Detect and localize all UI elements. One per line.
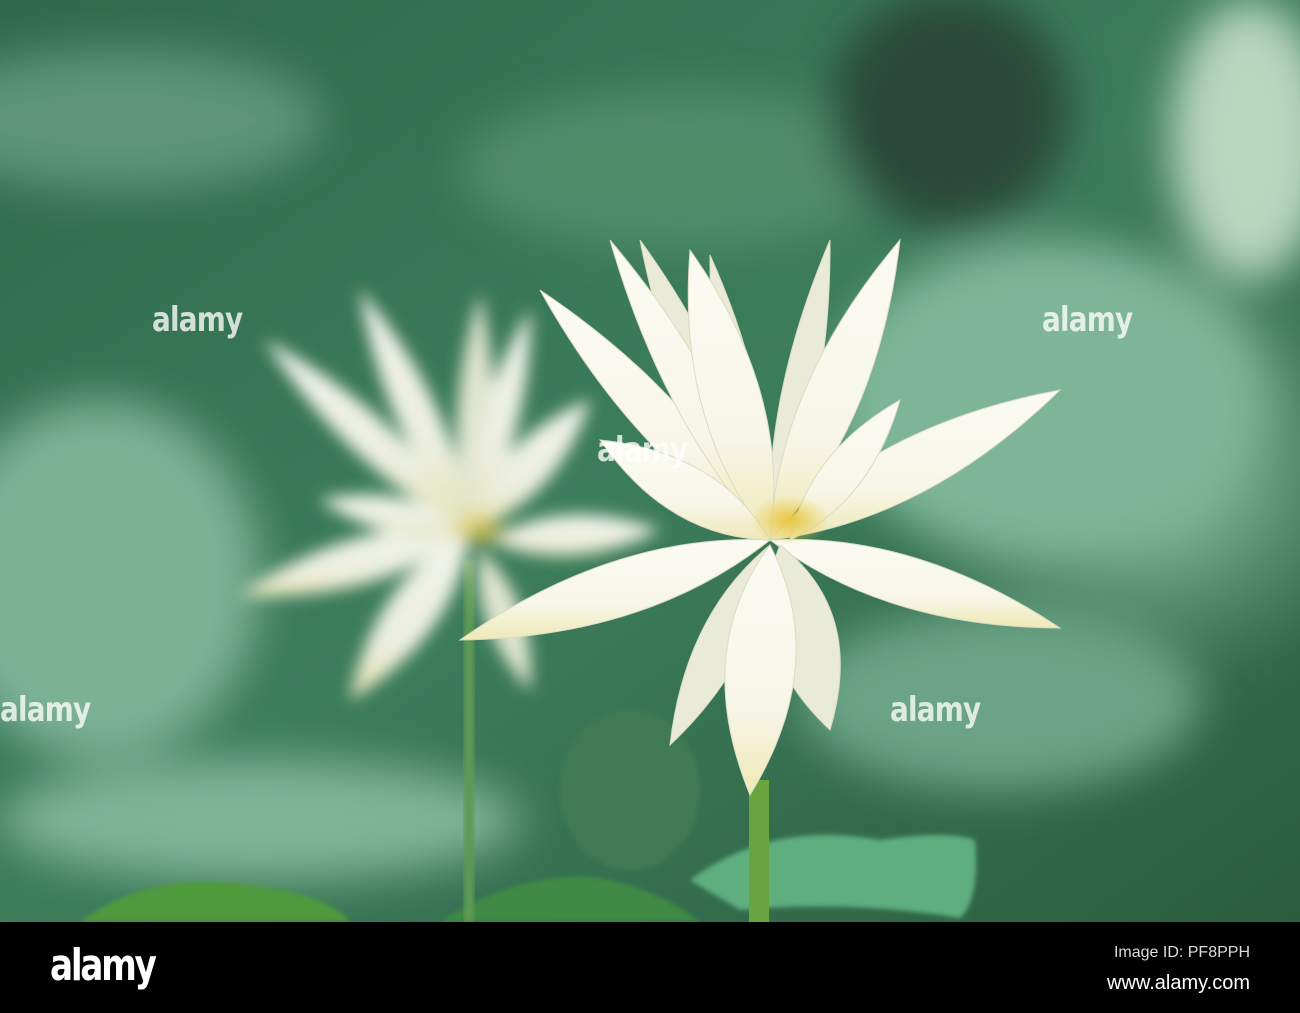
website-link[interactable]: www.alamy.com (1107, 972, 1250, 995)
watermark: alamy (0, 690, 91, 730)
watermark: alamy (152, 300, 243, 340)
watermark: alamy (1042, 300, 1133, 340)
flower-center (445, 510, 515, 550)
watermark: alamy (890, 690, 981, 730)
flower-center (750, 495, 830, 545)
footer-bar: alamy Image ID: PF8PPH www.alamy.com (0, 922, 1300, 1013)
alamy-logo: alamy (50, 940, 157, 991)
image-id: Image ID: PF8PPH (1113, 944, 1250, 961)
watermark: alamy (597, 430, 688, 470)
